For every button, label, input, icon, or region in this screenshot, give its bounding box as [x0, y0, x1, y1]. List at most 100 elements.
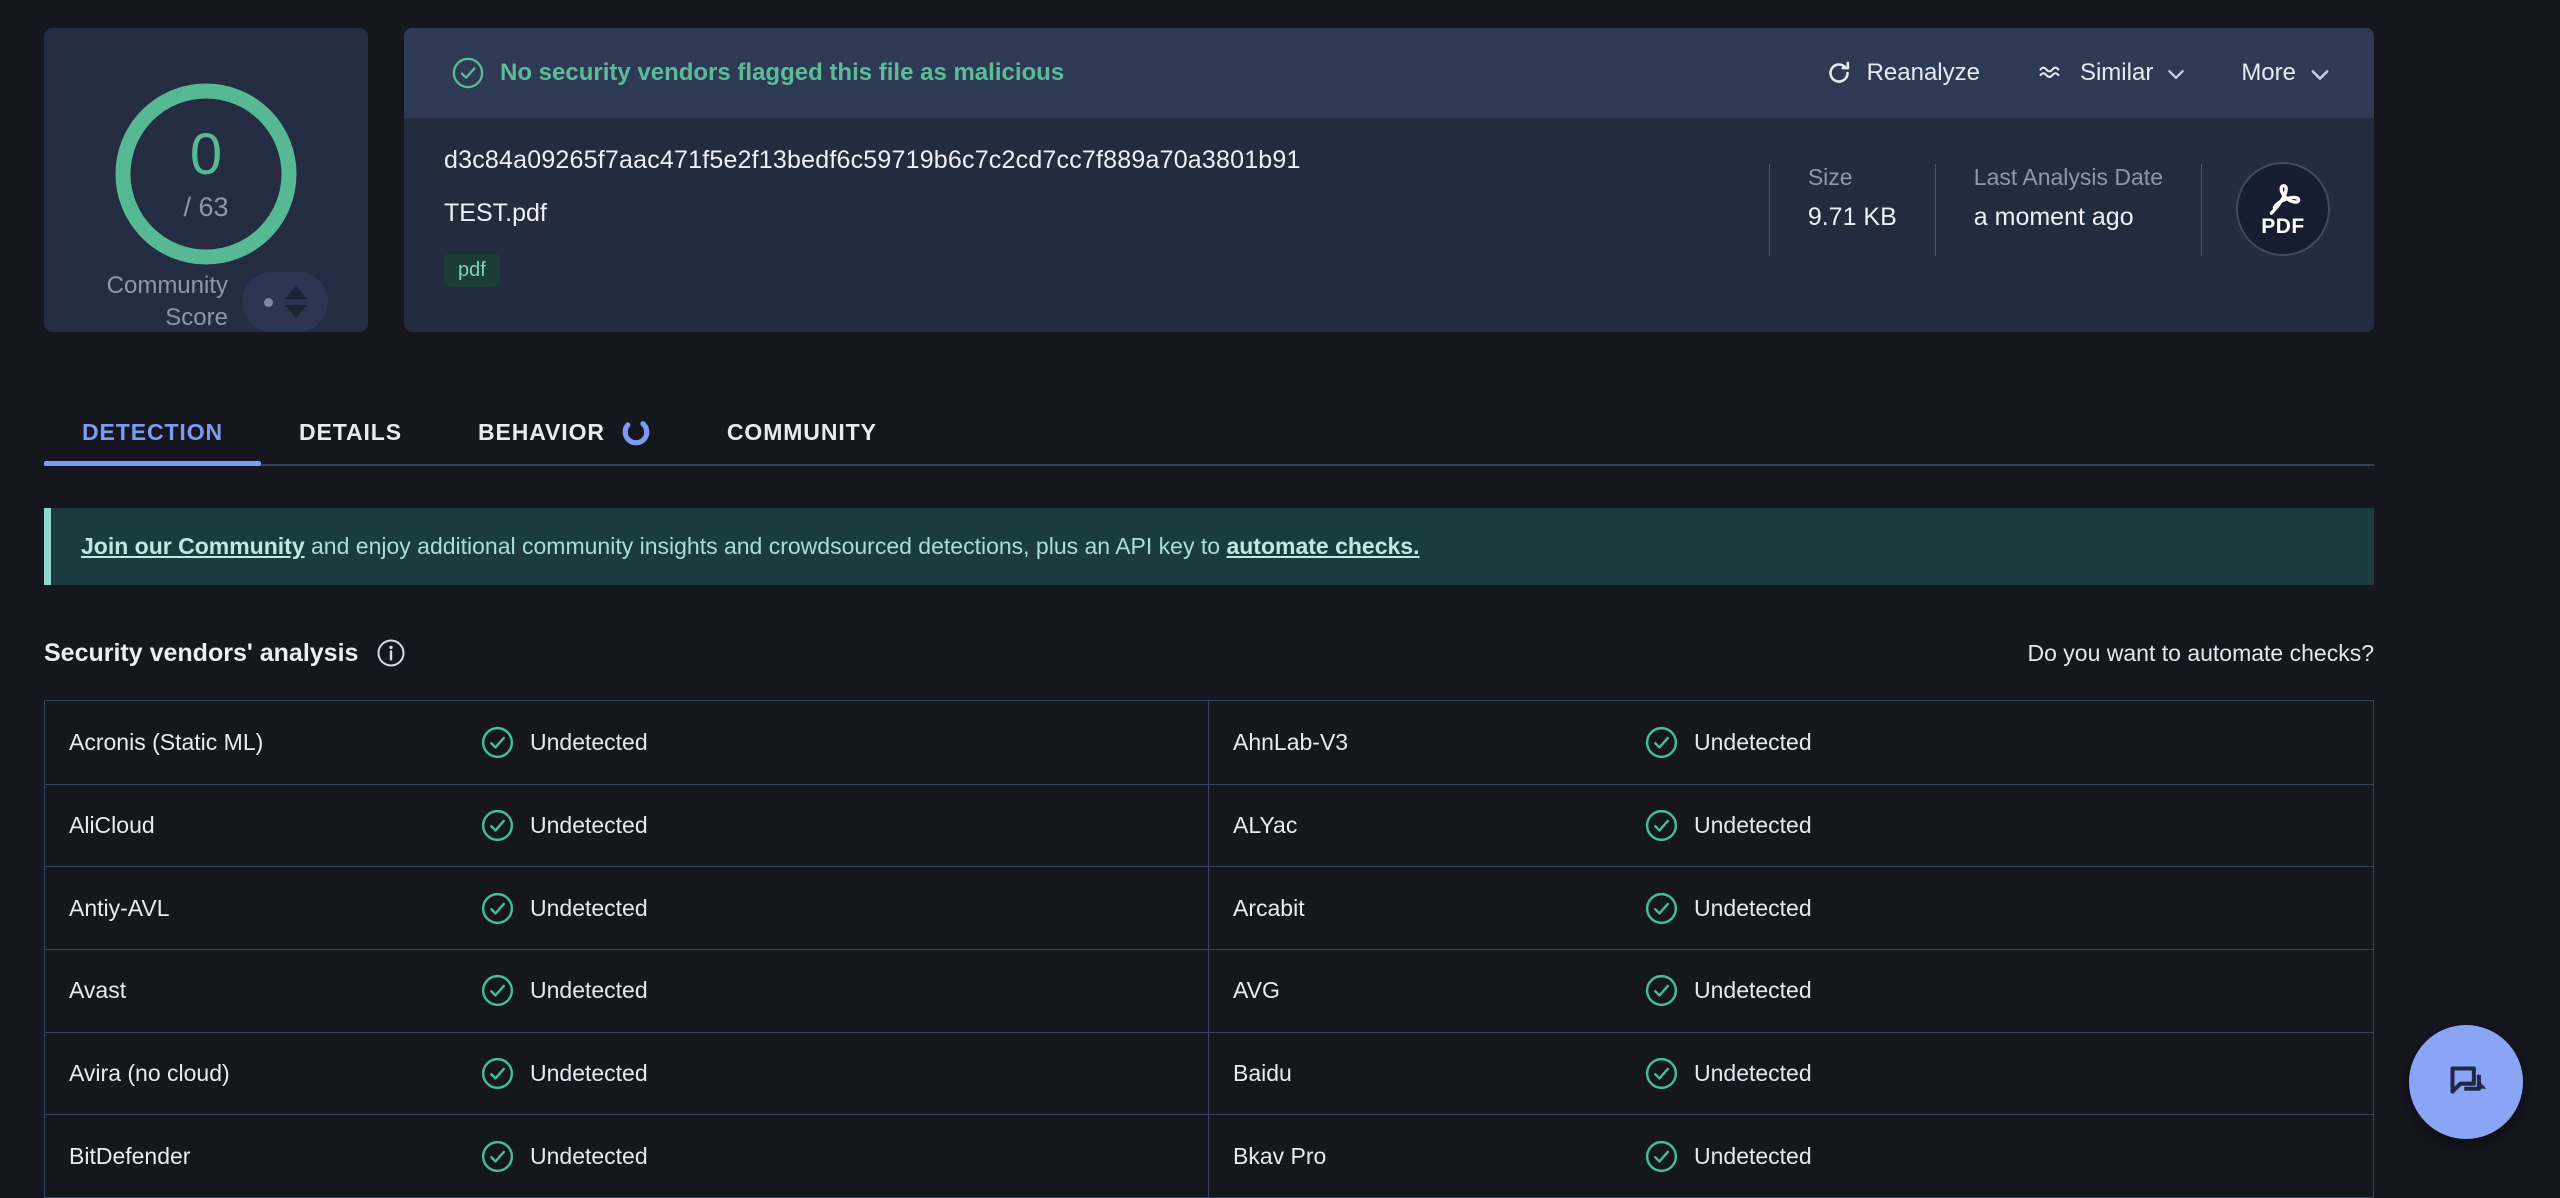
vendor-cell: Antiy-AVL Undetected [45, 867, 1209, 949]
similar-button[interactable]: Similar [2036, 59, 2185, 87]
status-label: Undetected [530, 1143, 648, 1170]
section-title: Security vendors' analysis [44, 639, 358, 668]
vendor-status: Undetected [1645, 1140, 2373, 1173]
tab-behavior-label: BEHAVIOR [478, 419, 605, 446]
tab-detection-label: DETECTION [82, 419, 223, 446]
tab-community-label: COMMUNITY [727, 419, 877, 446]
banner-text: and enjoy additional community insights … [305, 533, 1227, 560]
status-label: Undetected [1694, 895, 1812, 922]
size-value: 9.71 KB [1808, 203, 1897, 232]
vendor-status: Undetected [481, 892, 1208, 925]
vendor-cell: Baidu Undetected [1209, 1033, 2373, 1115]
size-label: Size [1808, 164, 1897, 191]
status-label: Undetected [530, 895, 648, 922]
more-button[interactable]: More [2241, 59, 2330, 87]
vote-down-icon[interactable] [285, 305, 307, 318]
check-circle-icon [481, 726, 514, 759]
check-circle-icon [481, 892, 514, 925]
table-row: Acronis (Static ML) Undetected AhnLab-V3… [45, 701, 2373, 784]
vendor-cell: Arcabit Undetected [1209, 867, 2373, 949]
vendor-status: Undetected [1645, 892, 2373, 925]
check-circle-icon [452, 57, 484, 89]
table-row: BitDefender Undetected Bkav Pro Undetect… [45, 1114, 2373, 1197]
vendor-status: Undetected [1645, 1057, 2373, 1090]
vendor-status: Undetected [1645, 726, 2373, 759]
verdict-text: No security vendors flagged this file as… [500, 59, 1064, 87]
vendor-status: Undetected [481, 974, 1208, 1007]
automate-checks-link[interactable]: automate checks. [1226, 533, 1419, 560]
chat-fab-button[interactable] [2409, 1025, 2523, 1139]
table-row: Avira (no cloud) Undetected Baidu Undete… [45, 1032, 2373, 1115]
table-row: AliCloud Undetected ALYac Undetected [45, 784, 2373, 867]
vendor-cell: AhnLab-V3 Undetected [1209, 701, 2373, 784]
vendor-cell: ALYac Undetected [1209, 785, 2373, 867]
status-label: Undetected [530, 977, 648, 1004]
join-community-link[interactable]: Join our Community [81, 533, 305, 560]
status-label: Undetected [530, 812, 648, 839]
check-circle-icon [481, 809, 514, 842]
check-circle-icon [1645, 809, 1678, 842]
vendor-status: Undetected [1645, 809, 2373, 842]
pdf-badge-label: PDF [2261, 215, 2305, 239]
file-name: TEST.pdf [444, 199, 1301, 228]
vendor-name: AliCloud [69, 812, 481, 839]
table-row: Antiy-AVL Undetected Arcabit Undetected [45, 866, 2373, 949]
join-community-banner: Join our Community and enjoy additional … [44, 508, 2374, 585]
vendor-name: ALYac [1233, 812, 1645, 839]
check-circle-icon [1645, 726, 1678, 759]
tab-details[interactable]: DETAILS [261, 400, 440, 464]
vendor-status: Undetected [481, 1057, 1208, 1090]
divider [2201, 164, 2202, 256]
similar-label: Similar [2080, 59, 2153, 87]
community-score-card: 0 / 63 Community Score [44, 28, 368, 332]
tab-detection[interactable]: DETECTION [44, 400, 261, 464]
check-circle-icon [1645, 1057, 1678, 1090]
reanalyze-label: Reanalyze [1867, 59, 1980, 87]
vendor-cell: AVG Undetected [1209, 950, 2373, 1032]
tab-community[interactable]: COMMUNITY [689, 400, 915, 464]
check-circle-icon [481, 974, 514, 1007]
vendor-name: Baidu [1233, 1060, 1645, 1087]
status-label: Undetected [530, 729, 648, 756]
vendors-table: Acronis (Static ML) Undetected AhnLab-V3… [44, 700, 2374, 1198]
info-icon[interactable] [376, 638, 406, 668]
engines-total: / 63 [183, 192, 228, 223]
file-hash[interactable]: d3c84a09265f7aac471f5e2f13bedf6c59719b6c… [444, 146, 1301, 175]
status-label: Undetected [530, 1060, 648, 1087]
table-row: Avast Undetected AVG Undetected [45, 949, 2373, 1032]
vendor-cell: Avira (no cloud) Undetected [45, 1033, 1209, 1115]
reanalyze-button[interactable]: Reanalyze [1825, 59, 1980, 87]
check-circle-icon [481, 1057, 514, 1090]
vendor-cell: AliCloud Undetected [45, 785, 1209, 867]
vendor-cell: Avast Undetected [45, 950, 1209, 1032]
vote-up-icon[interactable] [285, 286, 307, 299]
vendor-name: Arcabit [1233, 895, 1645, 922]
forum-chat-icon [2439, 1055, 2493, 1109]
vendor-cell: Bkav Pro Undetected [1209, 1115, 2373, 1197]
status-label: Undetected [1694, 977, 1812, 1004]
status-label: Undetected [1694, 1143, 1812, 1170]
automate-question: Do you want to automate checks? [2028, 640, 2374, 667]
community-vote-widget[interactable] [242, 272, 328, 332]
chevron-down-icon [2310, 69, 2330, 81]
refresh-icon [1825, 59, 1853, 87]
tab-details-label: DETAILS [299, 419, 402, 446]
last-analysis-label: Last Analysis Date [1974, 164, 2163, 191]
pdf-file-icon: PDF [2236, 162, 2330, 256]
vendor-name: Antiy-AVL [69, 895, 481, 922]
vendor-name: AVG [1233, 977, 1645, 1004]
report-tabs: DETECTION DETAILS BEHAVIOR COMMUNITY [44, 400, 2374, 466]
community-score-label: Community Score [78, 270, 228, 335]
tab-behavior[interactable]: BEHAVIOR [440, 400, 689, 464]
vendor-name: Avast [69, 977, 481, 1004]
vendor-name: BitDefender [69, 1143, 481, 1170]
file-type-tag[interactable]: pdf [444, 254, 500, 287]
vendor-name: Bkav Pro [1233, 1143, 1645, 1170]
check-circle-icon [1645, 892, 1678, 925]
check-circle-icon [481, 1140, 514, 1173]
vendor-cell: BitDefender Undetected [45, 1115, 1209, 1197]
vote-dot-icon [264, 298, 273, 307]
vendor-name: Acronis (Static ML) [69, 729, 481, 756]
check-circle-icon [1645, 974, 1678, 1007]
vendor-status: Undetected [1645, 974, 2373, 1007]
